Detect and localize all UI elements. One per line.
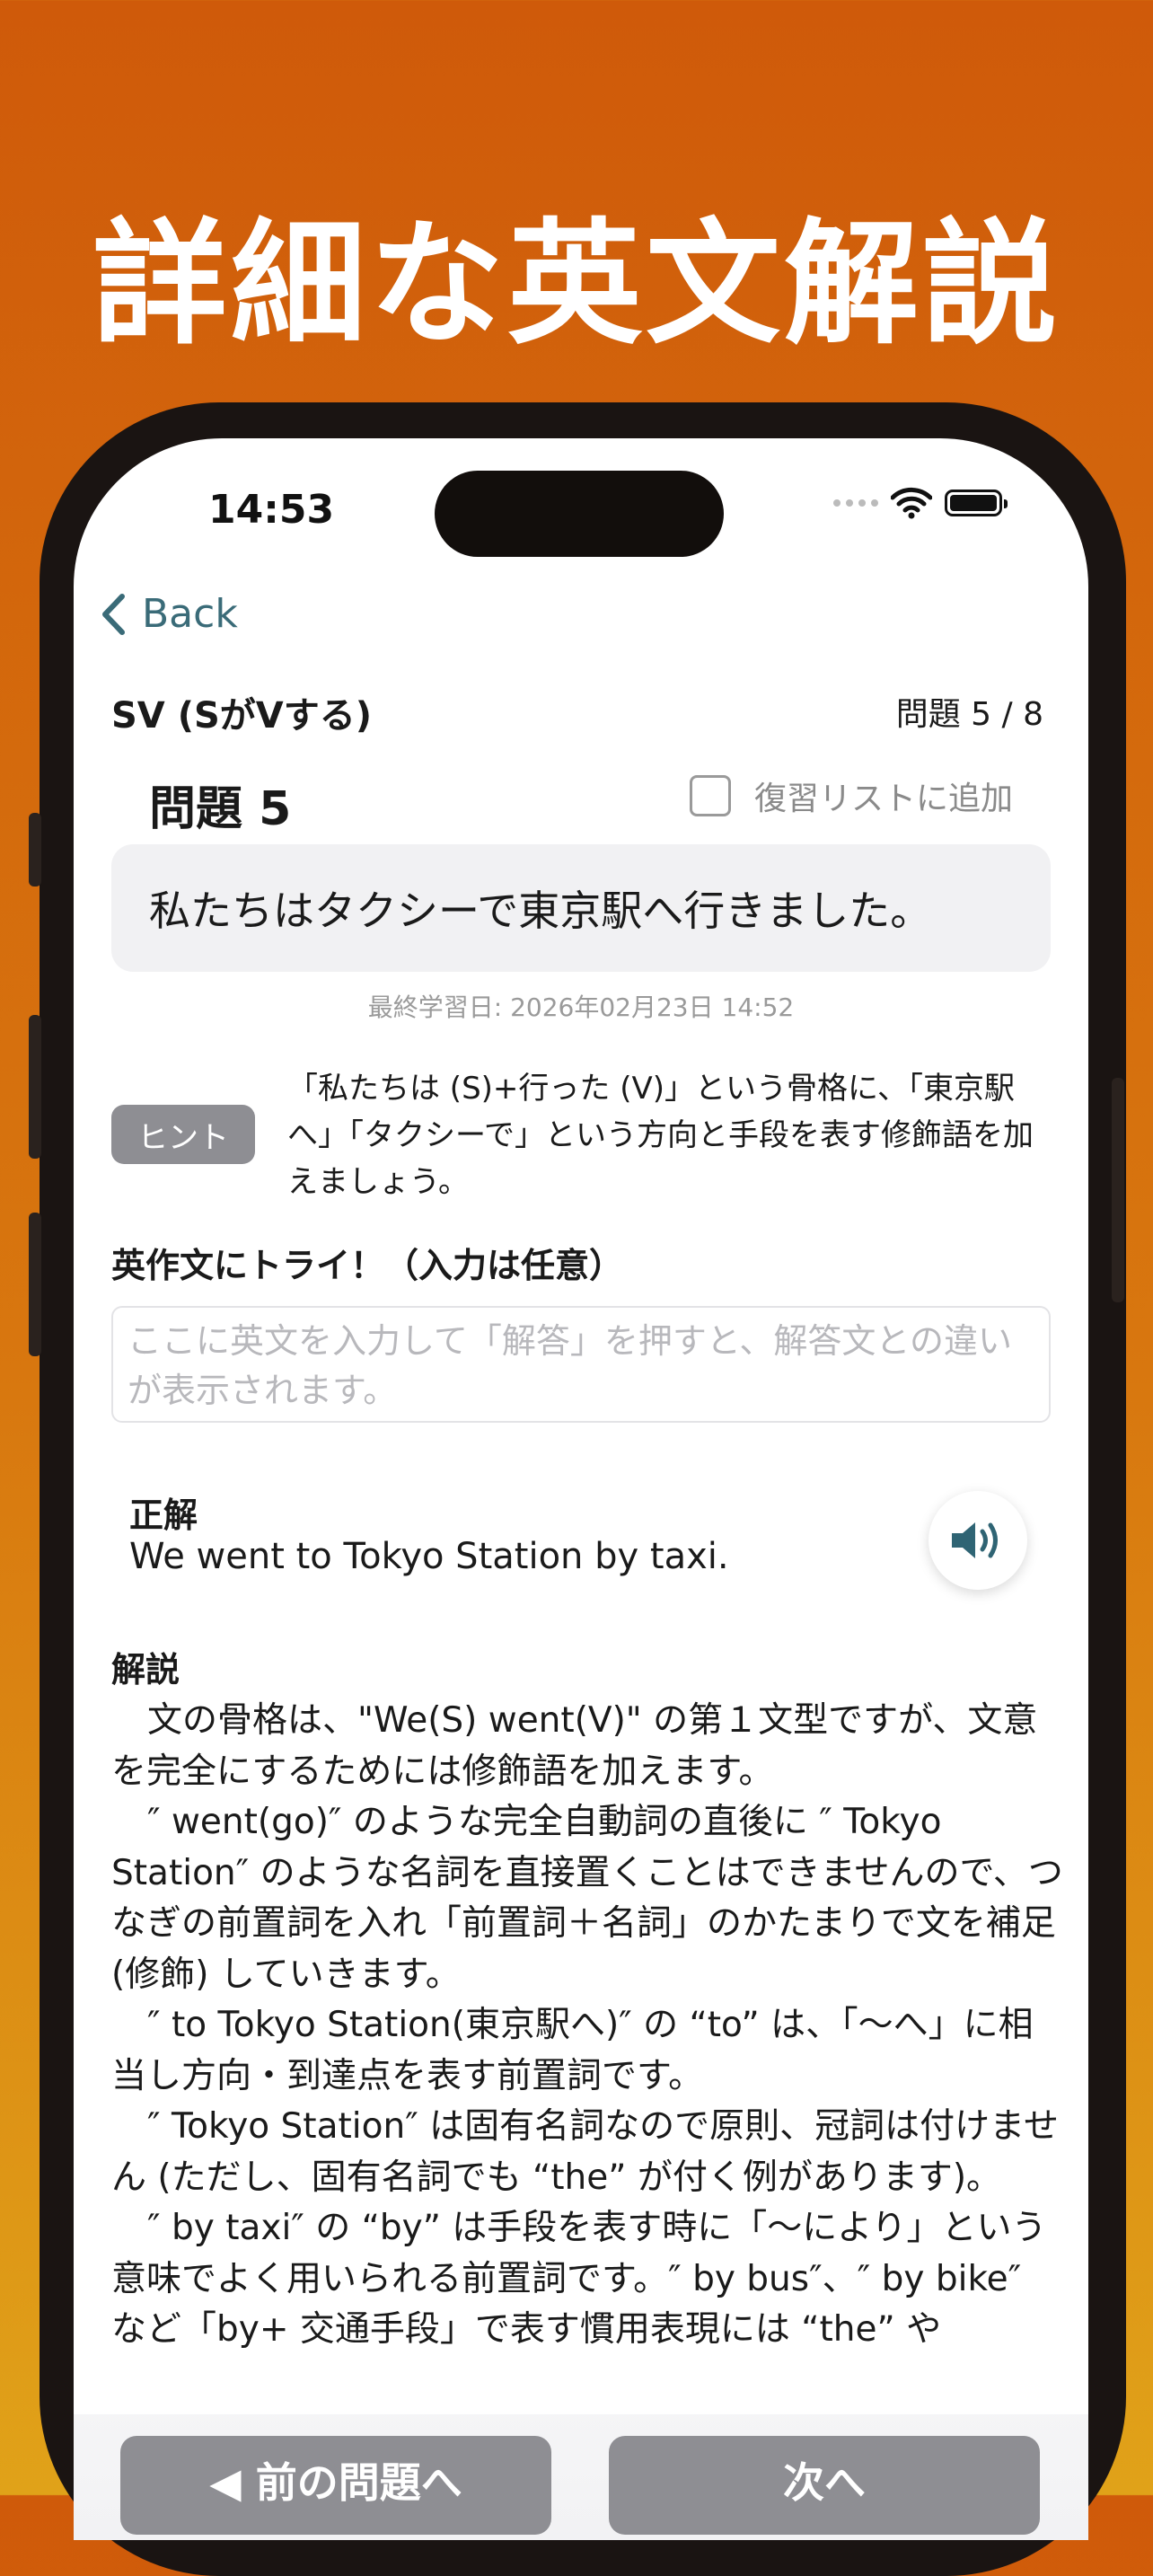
app-screen: 14:53 Back SV (SがVする) 問題 5 / 8 問題 5 復習リス… (74, 438, 1088, 2540)
explanation-paragraph: ″ to Tokyo Station(東京駅へ)″ の “to” は、「〜へ」に… (111, 2005, 1034, 2096)
back-button[interactable]: Back (101, 591, 238, 637)
battery-icon (945, 490, 1008, 516)
review-list-label: 復習リストに追加 (753, 781, 1013, 817)
section-title: SV (SがVする) (111, 695, 373, 737)
try-label: 英作文にトライ！（入力は任意） (111, 1246, 624, 1285)
phone-side-button (29, 1213, 41, 1356)
phone-side-button (1112, 1078, 1124, 1302)
correct-answer-text: We went to Tokyo Station by taxi. (129, 1536, 729, 1577)
chevron-left-icon (102, 593, 125, 635)
explanation-paragraph: 文の骨格は、"We(S) went(V)" の第１文型ですが、文意を完全にするた… (111, 1700, 1038, 1792)
hint-text: 「私たちは (S)+行った (V)」という骨格に、「東京駅へ」「タクシーで」とい… (287, 1071, 1034, 1200)
last-study-date: 最終学習日: 2026年02月23日 14:52 (367, 992, 795, 1022)
status-time: 14:53 (208, 487, 335, 533)
next-button[interactable]: 次へ (609, 2436, 1040, 2535)
back-label: Back (142, 591, 238, 637)
status-icons (833, 487, 1008, 519)
phone-side-button (29, 813, 41, 887)
wifi-icon (891, 487, 932, 519)
speaker-icon (952, 1522, 998, 1558)
explanation-label: 解説 (111, 1650, 180, 1689)
speaker-button[interactable] (929, 1491, 1027, 1590)
explanation-body: 文の骨格は、"We(S) went(V)" の第１文型ですが、文意を完全にするた… (111, 1696, 1063, 2356)
question-title: 問題 5 (149, 782, 292, 836)
hint-badge[interactable]: ヒント (111, 1105, 255, 1164)
phone-side-button (29, 1015, 41, 1159)
question-card: 私たちはタクシーで東京駅へ行きました。 (111, 844, 1051, 972)
explanation-paragraph: ″ went(go)″ のような完全自動詞の直後に ″ Tokyo Statio… (111, 1802, 1063, 1995)
signal-icon (833, 499, 878, 507)
explanation-paragraph: ″ by taxi″ の “by” は手段を表す時に「〜により」という意味でよく… (111, 2208, 1047, 2350)
promo-headline: 詳細な英文解説 (92, 207, 1061, 363)
review-list-checkbox[interactable]: 復習リストに追加 (689, 772, 1013, 819)
english-answer-input[interactable]: ここに英文を入力して「解答」を押すと、解答文との違いが表示されます。 (111, 1306, 1051, 1423)
question-text: 私たちはタクシーで東京駅へ行きました。 (149, 887, 932, 935)
checkbox-box[interactable] (689, 775, 731, 816)
explanation-paragraph: ″ Tokyo Station″ は固有名詞なので原則、冠詞は付けません (ただ… (111, 2106, 1060, 2198)
prev-question-button[interactable]: ◀ 前の問題へ (120, 2436, 551, 2535)
dynamic-island (435, 471, 724, 557)
question-progress: 問題 5 / 8 (895, 696, 1043, 733)
correct-answer-label: 正解 (129, 1495, 198, 1535)
